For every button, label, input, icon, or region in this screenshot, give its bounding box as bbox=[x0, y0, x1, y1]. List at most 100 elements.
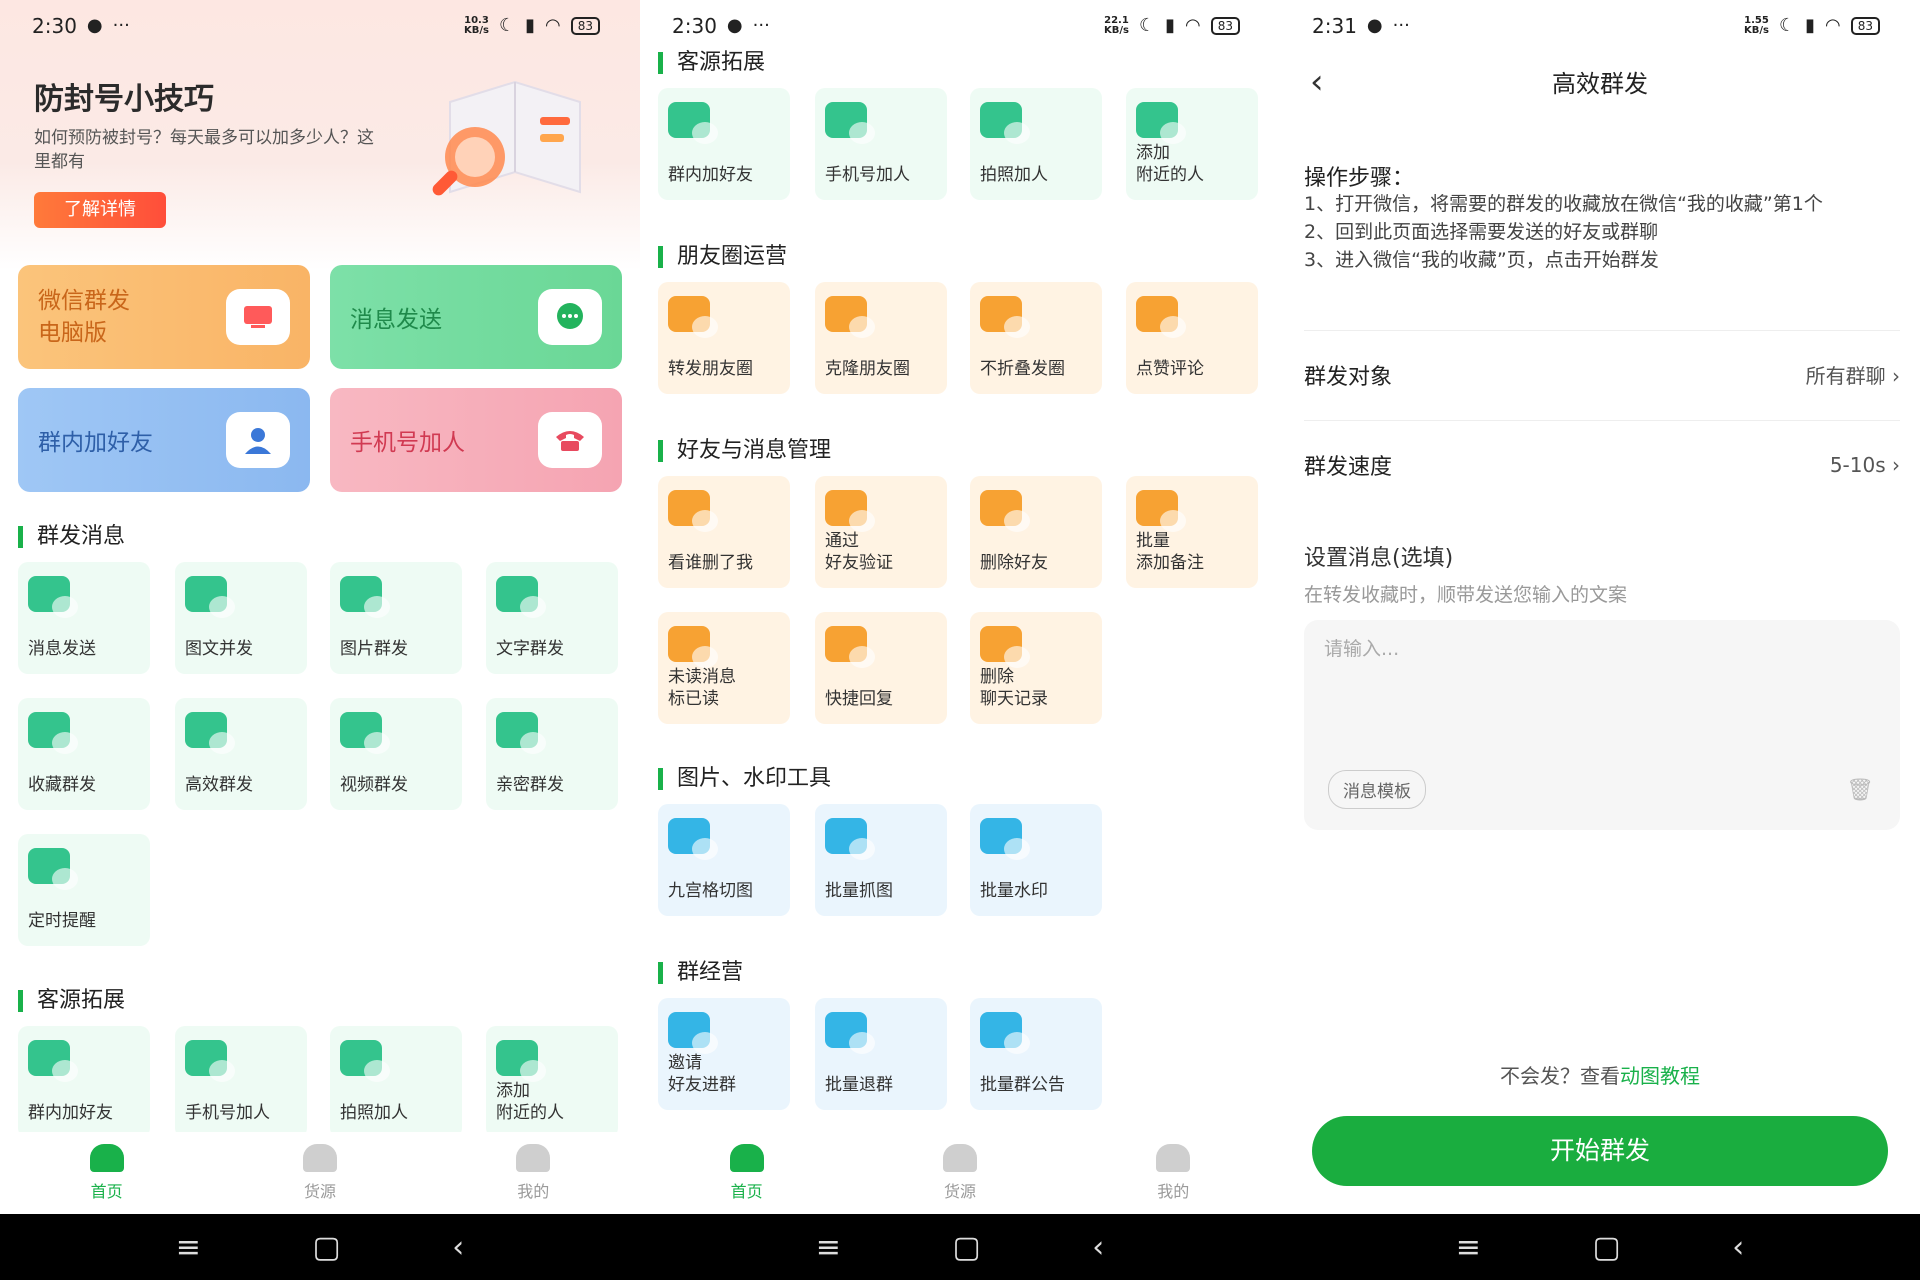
tool-item[interactable]: 批量退群 bbox=[815, 998, 947, 1110]
lead-gen-item[interactable]: 手机号加人 bbox=[175, 1026, 307, 1138]
group-send-item[interactable]: 视频群发 bbox=[330, 698, 462, 810]
message-template-button[interactable]: 消息模板 bbox=[1328, 770, 1426, 809]
tool-icon bbox=[668, 490, 718, 532]
tool-label: 群内加好友 bbox=[668, 165, 753, 185]
feature-label: 手机号加人 bbox=[350, 430, 465, 456]
tool-item[interactable]: 批量水印 bbox=[970, 804, 1102, 916]
group-send-item[interactable]: 图文并发 bbox=[175, 562, 307, 674]
tool-item[interactable]: 通过 好友验证 bbox=[815, 476, 947, 588]
tool-label: 高效群发 bbox=[185, 775, 253, 795]
back-icon[interactable]: ‹ bbox=[1732, 1230, 1744, 1265]
wifi-icon: ◠ bbox=[1825, 15, 1841, 36]
home-square-icon[interactable]: ▢ bbox=[1592, 1230, 1620, 1265]
tool-label: 图文并发 bbox=[185, 639, 253, 659]
tool-label: 批量抓图 bbox=[825, 881, 893, 901]
status-bar: 2:30 ● ··· 22.1 KB/s ☾ ▮ ◠ 83 bbox=[640, 0, 1280, 52]
clock: 2:30 bbox=[32, 14, 77, 38]
send-target-row[interactable]: 群发对象 所有群聊 › bbox=[1304, 330, 1900, 418]
home-screen: 防封号小技巧 如何预防被封号？每天最多可以加多少人？这里都有 了解详情 2:30… bbox=[0, 0, 640, 1280]
group-send-item[interactable]: 收藏群发 bbox=[18, 698, 150, 810]
group-send-item[interactable]: 高效群发 bbox=[175, 698, 307, 810]
group-send-item[interactable]: 定时提醒 bbox=[18, 834, 150, 946]
tool-label: 未读消息 标已读 bbox=[668, 667, 736, 709]
menu-icon[interactable]: ≡ bbox=[816, 1230, 841, 1265]
message-input[interactable] bbox=[1324, 638, 1874, 660]
tool-item[interactable]: 批量 添加备注 bbox=[1126, 476, 1258, 588]
feature-wechat-pc[interactable]: 微信群发 电脑版 bbox=[18, 265, 310, 369]
lead-gen-item[interactable]: 群内加好友 bbox=[18, 1026, 150, 1138]
tool-icon bbox=[28, 1040, 78, 1082]
tool-item[interactable]: 删除 聊天记录 bbox=[970, 612, 1102, 724]
message-section-subtitle: 在转发收藏时，顺带发送您输入的文案 bbox=[1304, 584, 1628, 606]
feature-phone-add[interactable]: 手机号加人 bbox=[330, 388, 622, 492]
wifi-icon: ◠ bbox=[545, 15, 561, 36]
cart-icon bbox=[942, 1144, 977, 1172]
tool-item[interactable]: 克隆朋友圈 bbox=[815, 282, 947, 394]
tool-item[interactable]: 手机号加人 bbox=[815, 88, 947, 200]
lead-gen-item[interactable]: 添加 附近的人 bbox=[486, 1026, 618, 1138]
tab-mine[interactable]: 我的 bbox=[1103, 1144, 1243, 1202]
group-send-item[interactable]: 图片群发 bbox=[330, 562, 462, 674]
home-square-icon[interactable]: ▢ bbox=[312, 1230, 340, 1265]
tab-home[interactable]: 首页 bbox=[37, 1144, 177, 1202]
more-dots-icon: ··· bbox=[112, 15, 130, 36]
tab-home[interactable]: 首页 bbox=[677, 1144, 817, 1202]
system-nav-bar: ≡ ▢ ‹ bbox=[1280, 1214, 1920, 1280]
tool-item[interactable]: 删除好友 bbox=[970, 476, 1102, 588]
tool-item[interactable]: 添加 附近的人 bbox=[1126, 88, 1258, 200]
tool-item[interactable]: 快捷回复 bbox=[815, 612, 947, 724]
tool-icon bbox=[340, 1040, 390, 1082]
tool-item[interactable]: 邀请 好友进群 bbox=[658, 998, 790, 1110]
back-icon[interactable]: ‹ bbox=[452, 1230, 464, 1265]
monitor-icon bbox=[226, 289, 290, 345]
tool-item[interactable]: 点赞评论 bbox=[1126, 282, 1258, 394]
tool-item[interactable]: 未读消息 标已读 bbox=[658, 612, 790, 724]
tool-icon bbox=[668, 102, 718, 144]
tool-item[interactable]: 九宫格切图 bbox=[658, 804, 790, 916]
tool-label: 视频群发 bbox=[340, 775, 408, 795]
battery: 83 bbox=[1850, 17, 1880, 35]
home-square-icon[interactable]: ▢ bbox=[952, 1230, 980, 1265]
menu-icon[interactable]: ≡ bbox=[1456, 1230, 1481, 1265]
moon-icon: ☾ bbox=[1138, 15, 1156, 36]
group-send-item[interactable]: 亲密群发 bbox=[486, 698, 618, 810]
tool-label: 快捷回复 bbox=[825, 689, 893, 709]
send-target-value: 所有群聊 › bbox=[1805, 364, 1900, 388]
step-item: 2、回到此页面选择需要发送的好友或群聊 bbox=[1304, 221, 1659, 243]
tool-icon bbox=[28, 712, 78, 754]
send-speed-value: 5-10s › bbox=[1829, 452, 1900, 477]
tab-sources[interactable]: 货源 bbox=[890, 1144, 1030, 1202]
tool-icon bbox=[185, 712, 235, 754]
start-send-button[interactable]: 开始群发 bbox=[1312, 1116, 1888, 1186]
tool-item[interactable]: 批量群公告 bbox=[970, 998, 1102, 1110]
group-send-item[interactable]: 文字群发 bbox=[486, 562, 618, 674]
tool-item[interactable]: 群内加好友 bbox=[658, 88, 790, 200]
menu-icon[interactable]: ≡ bbox=[176, 1230, 201, 1265]
send-speed-row[interactable]: 群发速度 5-10s › bbox=[1304, 420, 1900, 508]
more-dots-icon: ··· bbox=[1392, 15, 1410, 36]
gif-tutorial-link[interactable]: 动图教程 bbox=[1620, 1064, 1700, 1088]
tool-item[interactable]: 拍照加人 bbox=[970, 88, 1102, 200]
message-section-title: 设置消息(选填) bbox=[1304, 546, 1454, 571]
tool-item[interactable]: 批量抓图 bbox=[815, 804, 947, 916]
tab-mine[interactable]: 我的 bbox=[463, 1144, 603, 1202]
feature-label: 消息发送 bbox=[350, 307, 442, 333]
feature-message-send[interactable]: 消息发送 bbox=[330, 265, 622, 369]
tab-sources[interactable]: 货源 bbox=[250, 1144, 390, 1202]
tool-icon bbox=[668, 626, 718, 668]
tool-label: 批量水印 bbox=[980, 881, 1048, 901]
trash-icon[interactable]: 🗑 bbox=[1846, 778, 1874, 803]
feature-group-add-friend[interactable]: 群内加好友 bbox=[18, 388, 310, 492]
learn-more-button[interactable]: 了解详情 bbox=[34, 192, 166, 228]
back-icon[interactable]: ‹ bbox=[1092, 1230, 1104, 1265]
tool-item[interactable]: 看谁删了我 bbox=[658, 476, 790, 588]
lead-gen-item[interactable]: 拍照加人 bbox=[330, 1026, 462, 1138]
help-text: 不会发？查看动图教程 bbox=[1500, 1064, 1700, 1088]
banner-title: 防封号小技巧 bbox=[34, 82, 214, 117]
tool-item[interactable]: 转发朋友圈 bbox=[658, 282, 790, 394]
signal-icon: ▮ bbox=[1165, 15, 1175, 36]
group-send-item[interactable]: 消息发送 bbox=[18, 562, 150, 674]
tool-label: 删除 聊天记录 bbox=[980, 667, 1048, 709]
tool-label: 收藏群发 bbox=[28, 775, 96, 795]
tool-item[interactable]: 不折叠发圈 bbox=[970, 282, 1102, 394]
